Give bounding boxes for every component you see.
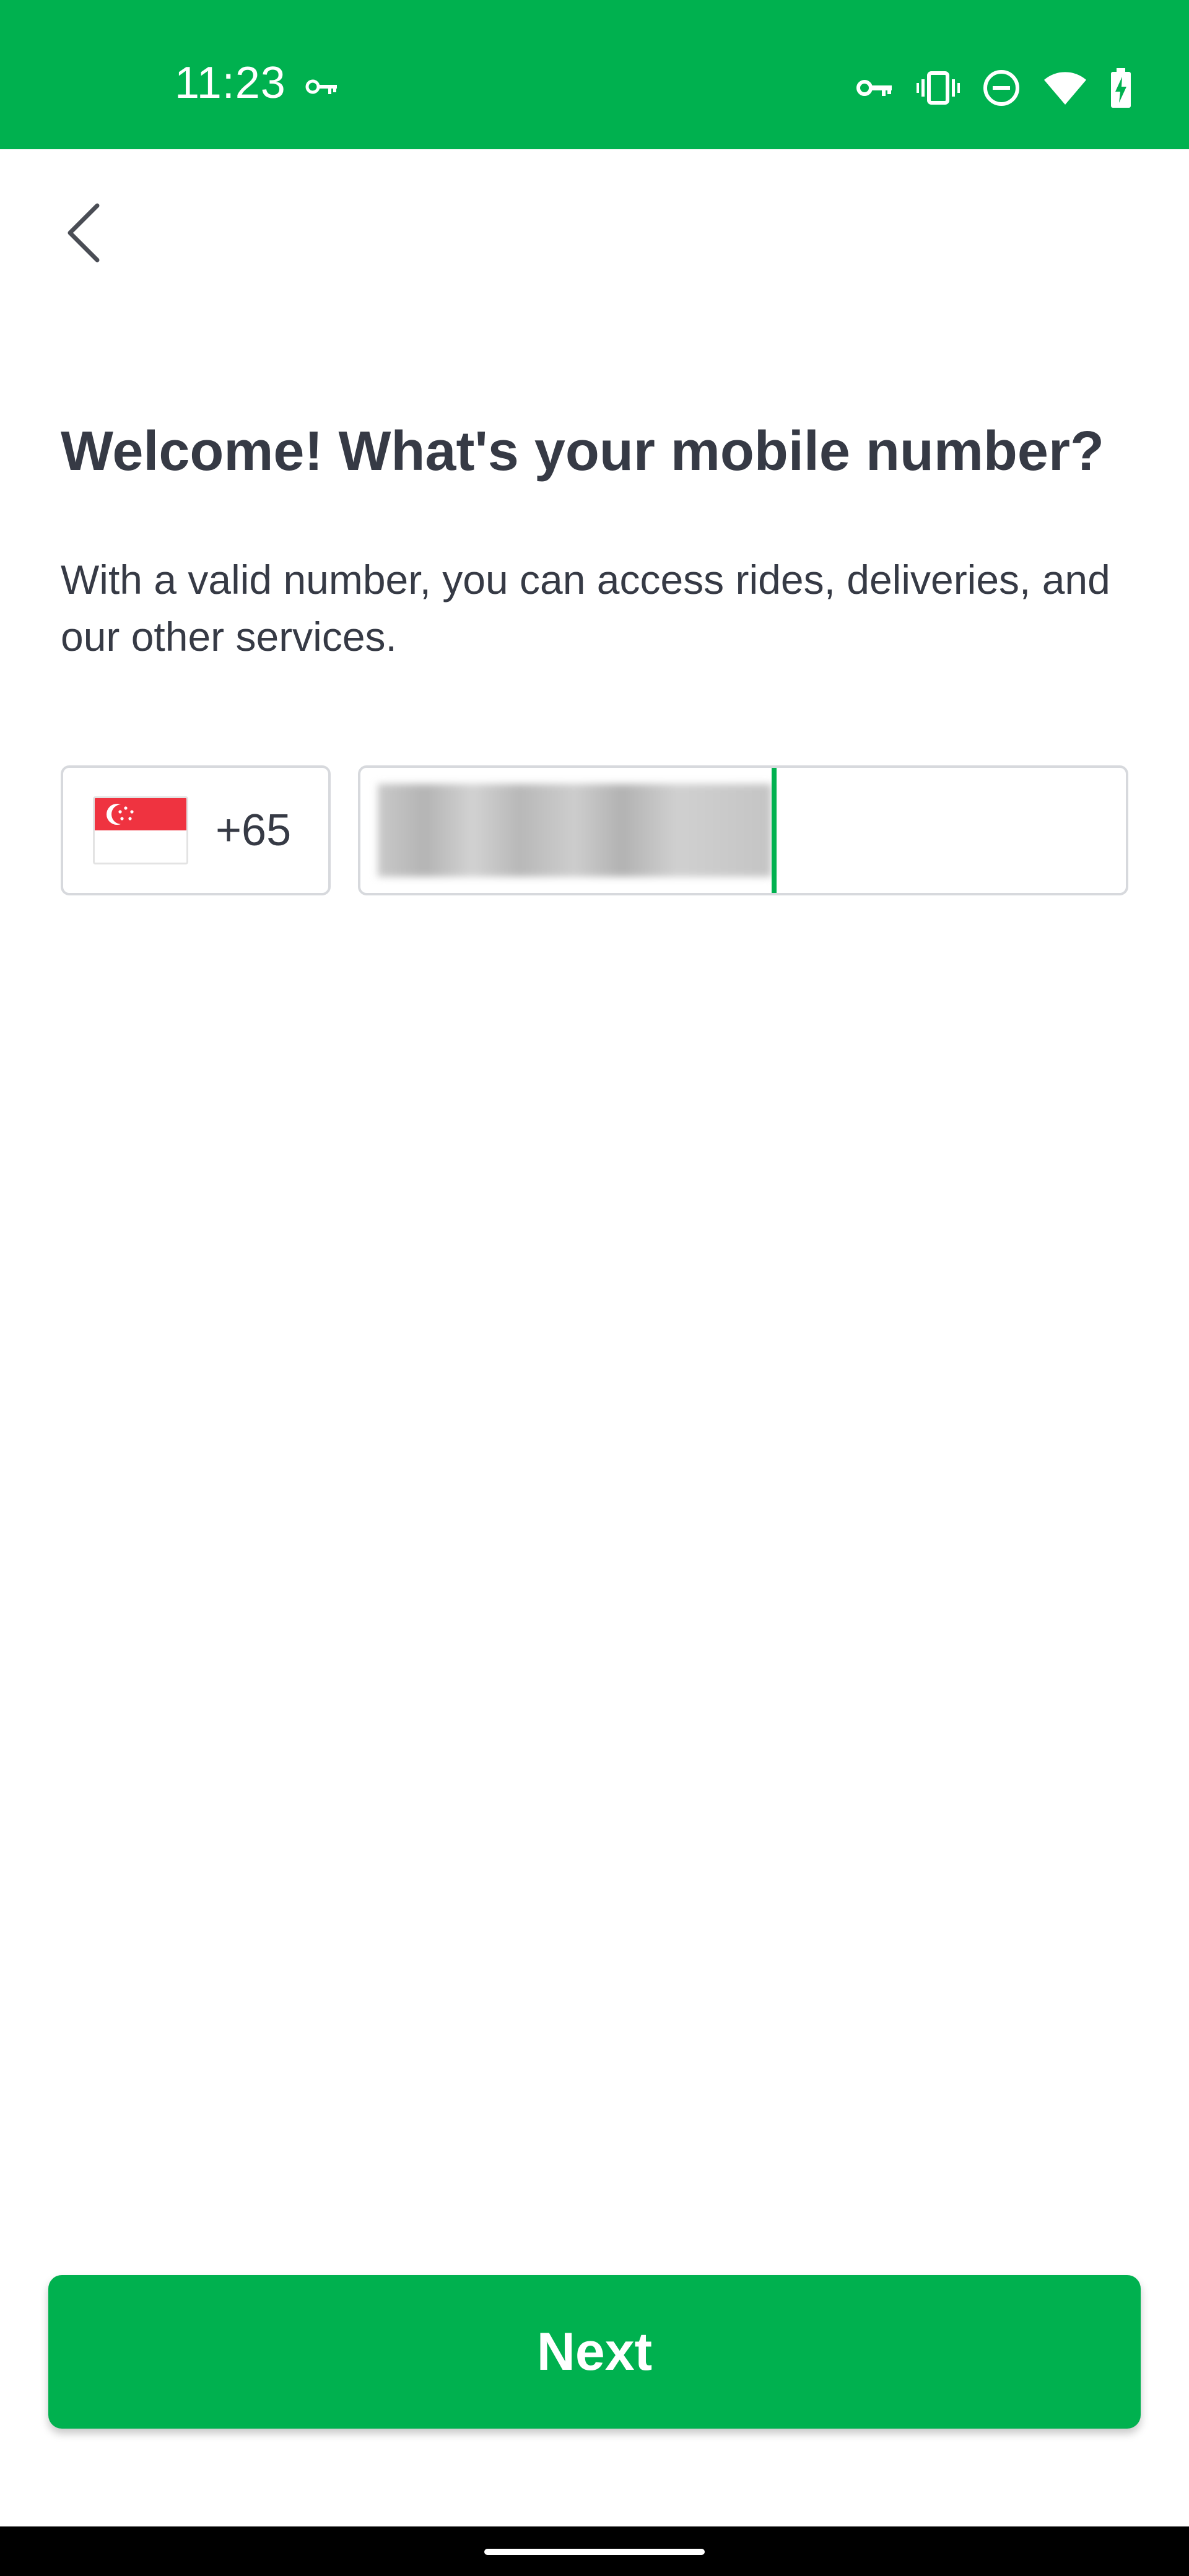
status-icons xyxy=(856,68,1132,108)
page-title: Welcome! What's your mobile number? xyxy=(61,420,1104,482)
vpn-key-icon xyxy=(305,74,339,99)
dial-code: +65 xyxy=(216,806,292,855)
status-time: 11:23 xyxy=(175,58,286,108)
vpn-key-icon xyxy=(856,76,894,100)
singapore-flag-icon xyxy=(93,796,188,864)
text-cursor xyxy=(772,768,777,893)
page-subtitle: With a valid number, you can access ride… xyxy=(61,557,1110,659)
do-not-disturb-icon xyxy=(982,69,1021,107)
wifi-icon xyxy=(1043,70,1087,106)
vibrate-icon xyxy=(917,71,960,105)
battery-charging-icon xyxy=(1110,68,1132,108)
back-button[interactable] xyxy=(56,197,111,271)
navigation-bar xyxy=(0,2526,1189,2576)
phone-number-input[interactable] xyxy=(358,765,1128,895)
chevron-left-icon xyxy=(64,202,103,267)
phone-number-value-redacted xyxy=(378,784,772,877)
country-code-selector[interactable]: +65 xyxy=(61,765,331,895)
next-button[interactable]: Next xyxy=(48,2275,1141,2429)
screen: 11:23 Welcome! What's your mobile number… xyxy=(0,0,1189,2576)
status-bar: 11:23 xyxy=(0,0,1189,149)
home-indicator[interactable] xyxy=(484,2549,705,2555)
